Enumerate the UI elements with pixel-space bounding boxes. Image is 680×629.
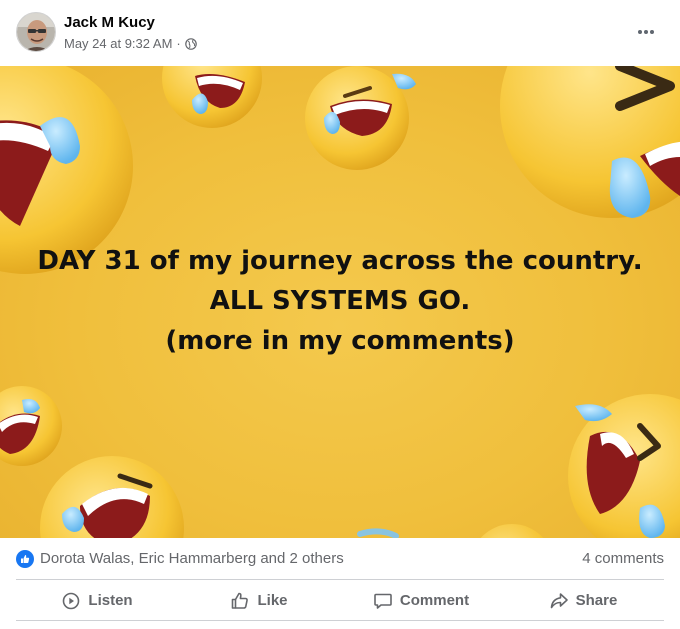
caption-line-2: ALL SYSTEMS GO. — [209, 286, 471, 316]
post-timestamp[interactable]: May 24 at 9:32 AM — [64, 36, 172, 51]
post-meta: May 24 at 9:32 AM · — [64, 36, 197, 51]
post-actions: Listen Like Comment Share — [16, 581, 664, 621]
avatar-photo-icon — [17, 13, 55, 51]
like-label: Like — [257, 592, 288, 609]
like-icon — [16, 549, 34, 568]
share-label: Share — [575, 592, 618, 609]
like-button[interactable]: Like — [178, 581, 340, 620]
caption-line-1: DAY 31 of my journey across the country. — [37, 246, 643, 276]
reactions-summary[interactable]: Dorota Walas, Eric Hammarberg and 2 othe… — [16, 549, 344, 568]
caption-line-3: (more in my comments) — [165, 326, 515, 356]
listen-label: Listen — [88, 592, 133, 609]
globe-icon[interactable] — [184, 37, 197, 50]
meta-separator: · — [176, 36, 181, 51]
share-button[interactable]: Share — [502, 581, 664, 620]
feed-post: Jack M Kucy May 24 at 9:32 AM · DAY 31 o… — [0, 0, 680, 629]
comment-button[interactable]: Comment — [340, 581, 502, 620]
comment-label: Comment — [399, 592, 470, 609]
listen-button[interactable]: Listen — [16, 581, 178, 620]
post-header: Jack M Kucy May 24 at 9:32 AM · — [0, 0, 680, 66]
post-image[interactable]: DAY 31 of my journey across the country.… — [0, 66, 680, 538]
comments-count[interactable]: 4 comments — [582, 550, 664, 567]
post-stats: Dorota Walas, Eric Hammarberg and 2 othe… — [16, 538, 664, 580]
play-circle-icon — [63, 592, 80, 609]
author-avatar[interactable] — [16, 12, 56, 52]
share-arrow-icon — [550, 592, 568, 608]
reactions-text: Dorota Walas, Eric Hammarberg and 2 othe… — [40, 550, 344, 567]
author-name[interactable]: Jack M Kucy — [64, 14, 155, 31]
image-caption: DAY 31 of my journey across the country.… — [0, 241, 680, 361]
more-options-icon[interactable] — [632, 18, 660, 46]
thumbs-up-icon — [232, 592, 249, 609]
comment-bubble-icon — [374, 593, 392, 609]
